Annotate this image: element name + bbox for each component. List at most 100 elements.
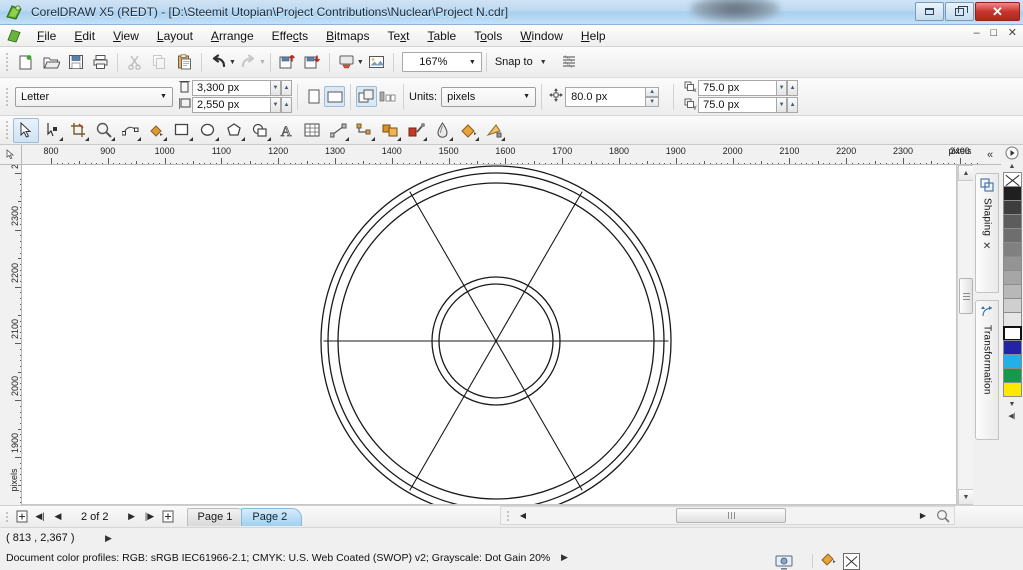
page-size-dropdown-icon[interactable]: ▼ xyxy=(155,88,172,106)
basic-shapes-tool-flyout-icon[interactable] xyxy=(267,136,271,141)
palette-swatches[interactable] xyxy=(1002,172,1022,397)
rectangle-tool-flyout-icon[interactable] xyxy=(189,136,193,141)
close-button[interactable]: ✕ xyxy=(975,2,1020,21)
smart-fill-tool-flyout-icon[interactable] xyxy=(163,136,167,141)
page-width-field[interactable]: 3,300 px xyxy=(192,80,270,96)
vertical-ruler[interactable]: 2400 2300 2200 2100 2000 1900 pixels xyxy=(0,165,22,505)
nudge-offset-spinner[interactable]: ▲ ▼ xyxy=(645,86,660,107)
duplicate-y-field[interactable]: 75.0 px xyxy=(698,97,777,113)
page-tab-2[interactable]: Page 2 xyxy=(241,507,303,526)
snap-to-dropdown-icon[interactable]: ▼ xyxy=(540,59,547,66)
ruler-origin-corner[interactable] xyxy=(0,145,22,165)
palette-scroll-up-icon[interactable]: ▲ xyxy=(1002,160,1022,172)
units-dropdown-icon[interactable]: ▼ xyxy=(518,88,535,106)
blend-tool-flyout-icon[interactable] xyxy=(397,136,401,141)
document-close-button[interactable]: ✕ xyxy=(1008,28,1017,39)
duplicate-y-spinner[interactable]: ▼ ▲ xyxy=(776,97,799,113)
polygon-tool-flyout-icon[interactable] xyxy=(241,136,245,141)
connector-tool-flyout-icon[interactable] xyxy=(371,136,375,141)
monitor-color-icon[interactable] xyxy=(775,555,793,570)
duplicate-x-increment-icon[interactable]: ▲ xyxy=(787,80,799,96)
previous-page-button[interactable]: ◀ xyxy=(49,508,67,526)
scroll-left-button[interactable]: ◀ xyxy=(514,507,532,525)
palette-swatch-gray-40[interactable] xyxy=(1002,270,1022,285)
horizontal-scrollbar-grip[interactable] xyxy=(504,510,511,522)
duplicate-y-increment-icon[interactable]: ▲ xyxy=(787,97,799,113)
print-icon[interactable] xyxy=(88,50,113,74)
zoom-tool[interactable] xyxy=(91,118,117,143)
coordinates-expand-icon[interactable]: ▶ xyxy=(105,533,112,544)
page-width-increment-icon[interactable]: ▲ xyxy=(281,80,292,96)
docker-close-shaping[interactable]: ✕ xyxy=(983,241,991,252)
palette-swatch-gray-10[interactable] xyxy=(1002,312,1022,327)
ellipse-tool[interactable] xyxy=(195,118,221,143)
collapse-rulers-icon[interactable]: « xyxy=(979,145,1001,165)
vertical-scrollbar[interactable]: ▲ ▼ xyxy=(957,165,974,505)
palette-play-icon[interactable] xyxy=(1003,145,1021,161)
outline-tool[interactable] xyxy=(429,118,455,143)
blend-tool[interactable] xyxy=(377,118,403,143)
minimize-button[interactable] xyxy=(915,2,944,21)
palette-swatch-yellow[interactable] xyxy=(1002,382,1022,397)
corel-connect-icon[interactable] xyxy=(364,50,389,74)
portrait-orientation-button[interactable] xyxy=(303,86,324,107)
palette-swatch-no-color[interactable] xyxy=(1002,172,1022,187)
ellipse-tool-flyout-icon[interactable] xyxy=(215,136,219,141)
text-tool[interactable]: A xyxy=(273,118,299,143)
menu-help[interactable]: Help xyxy=(572,26,615,46)
palette-swatch-blue[interactable] xyxy=(1002,340,1022,355)
menu-table[interactable]: Table xyxy=(419,26,466,46)
duplicate-x-spinner[interactable]: ▼ ▲ xyxy=(776,80,799,96)
palette-scroll-down-icon[interactable]: ▼ xyxy=(1002,398,1022,410)
polygon-tool[interactable] xyxy=(221,118,247,143)
document-icon[interactable] xyxy=(6,28,22,44)
maximize-button[interactable] xyxy=(945,2,974,21)
scroll-down-button[interactable]: ▼ xyxy=(958,489,974,505)
landscape-orientation-button[interactable] xyxy=(324,86,345,107)
smart-fill-tool[interactable] xyxy=(143,118,169,143)
undo-icon[interactable] xyxy=(206,50,231,74)
docker-tab-shaping[interactable]: Shaping ✕ xyxy=(975,173,999,293)
page-height-decrement-icon[interactable]: ▼ xyxy=(270,97,281,113)
basic-shapes-tool[interactable] xyxy=(247,118,273,143)
docker-tab-transformation[interactable]: Transformation xyxy=(975,300,999,440)
menu-effects[interactable]: Effects xyxy=(263,26,317,46)
zoom-level-combobox[interactable]: 167% ▼ xyxy=(401,52,482,72)
menu-edit[interactable]: Edit xyxy=(65,26,104,46)
page-width-spinner[interactable]: ▼ ▲ xyxy=(270,80,292,96)
pick-tool[interactable] xyxy=(13,117,39,143)
shape-tool-flyout-icon[interactable] xyxy=(59,136,63,141)
options-icon[interactable] xyxy=(557,50,582,74)
scroll-up-button[interactable]: ▲ xyxy=(958,165,974,181)
fill-tool[interactable] xyxy=(455,118,481,143)
palette-expand-icon[interactable]: ◀| xyxy=(1002,410,1022,422)
menu-bitmaps[interactable]: Bitmaps xyxy=(317,26,378,46)
outline-tool-flyout-icon[interactable] xyxy=(449,136,453,141)
construction-circle-2[interactable] xyxy=(327,172,665,505)
export-icon[interactable] xyxy=(300,50,325,74)
menu-view[interactable]: View xyxy=(104,26,148,46)
horizontal-scrollbar[interactable]: ◀ ▶ xyxy=(500,506,955,525)
dimension-tool-flyout-icon[interactable] xyxy=(345,136,349,141)
page-height-increment-icon[interactable]: ▲ xyxy=(281,97,292,113)
color-eyedropper-tool[interactable] xyxy=(403,118,429,143)
last-page-button[interactable]: |▶ xyxy=(141,508,159,526)
palette-swatch-gray-60[interactable] xyxy=(1002,242,1022,257)
palette-swatch-cyan[interactable] xyxy=(1002,354,1022,369)
page-navigator-grip[interactable] xyxy=(3,510,10,524)
all-pages-button[interactable] xyxy=(356,86,377,107)
menu-text[interactable]: Text xyxy=(378,26,418,46)
current-page-button[interactable] xyxy=(377,86,398,107)
next-page-button[interactable]: ▶ xyxy=(123,508,141,526)
color-palette[interactable]: ▲ ▼ ◀| xyxy=(1001,160,1023,512)
nudge-offset-field[interactable]: 80.0 px xyxy=(565,86,646,107)
toolbox-grip[interactable] xyxy=(3,120,10,140)
property-bar-grip[interactable] xyxy=(3,87,10,107)
nuclear-trefoil-construction[interactable] xyxy=(22,165,957,505)
new-document-icon[interactable] xyxy=(13,50,38,74)
units-combobox[interactable]: pixels ▼ xyxy=(441,86,537,107)
page-height-spinner[interactable]: ▼ ▲ xyxy=(270,97,292,113)
menu-tools[interactable]: Tools xyxy=(465,26,511,46)
duplicate-x-field[interactable]: 75.0 px xyxy=(698,80,777,96)
crop-tool[interactable] xyxy=(65,118,91,143)
